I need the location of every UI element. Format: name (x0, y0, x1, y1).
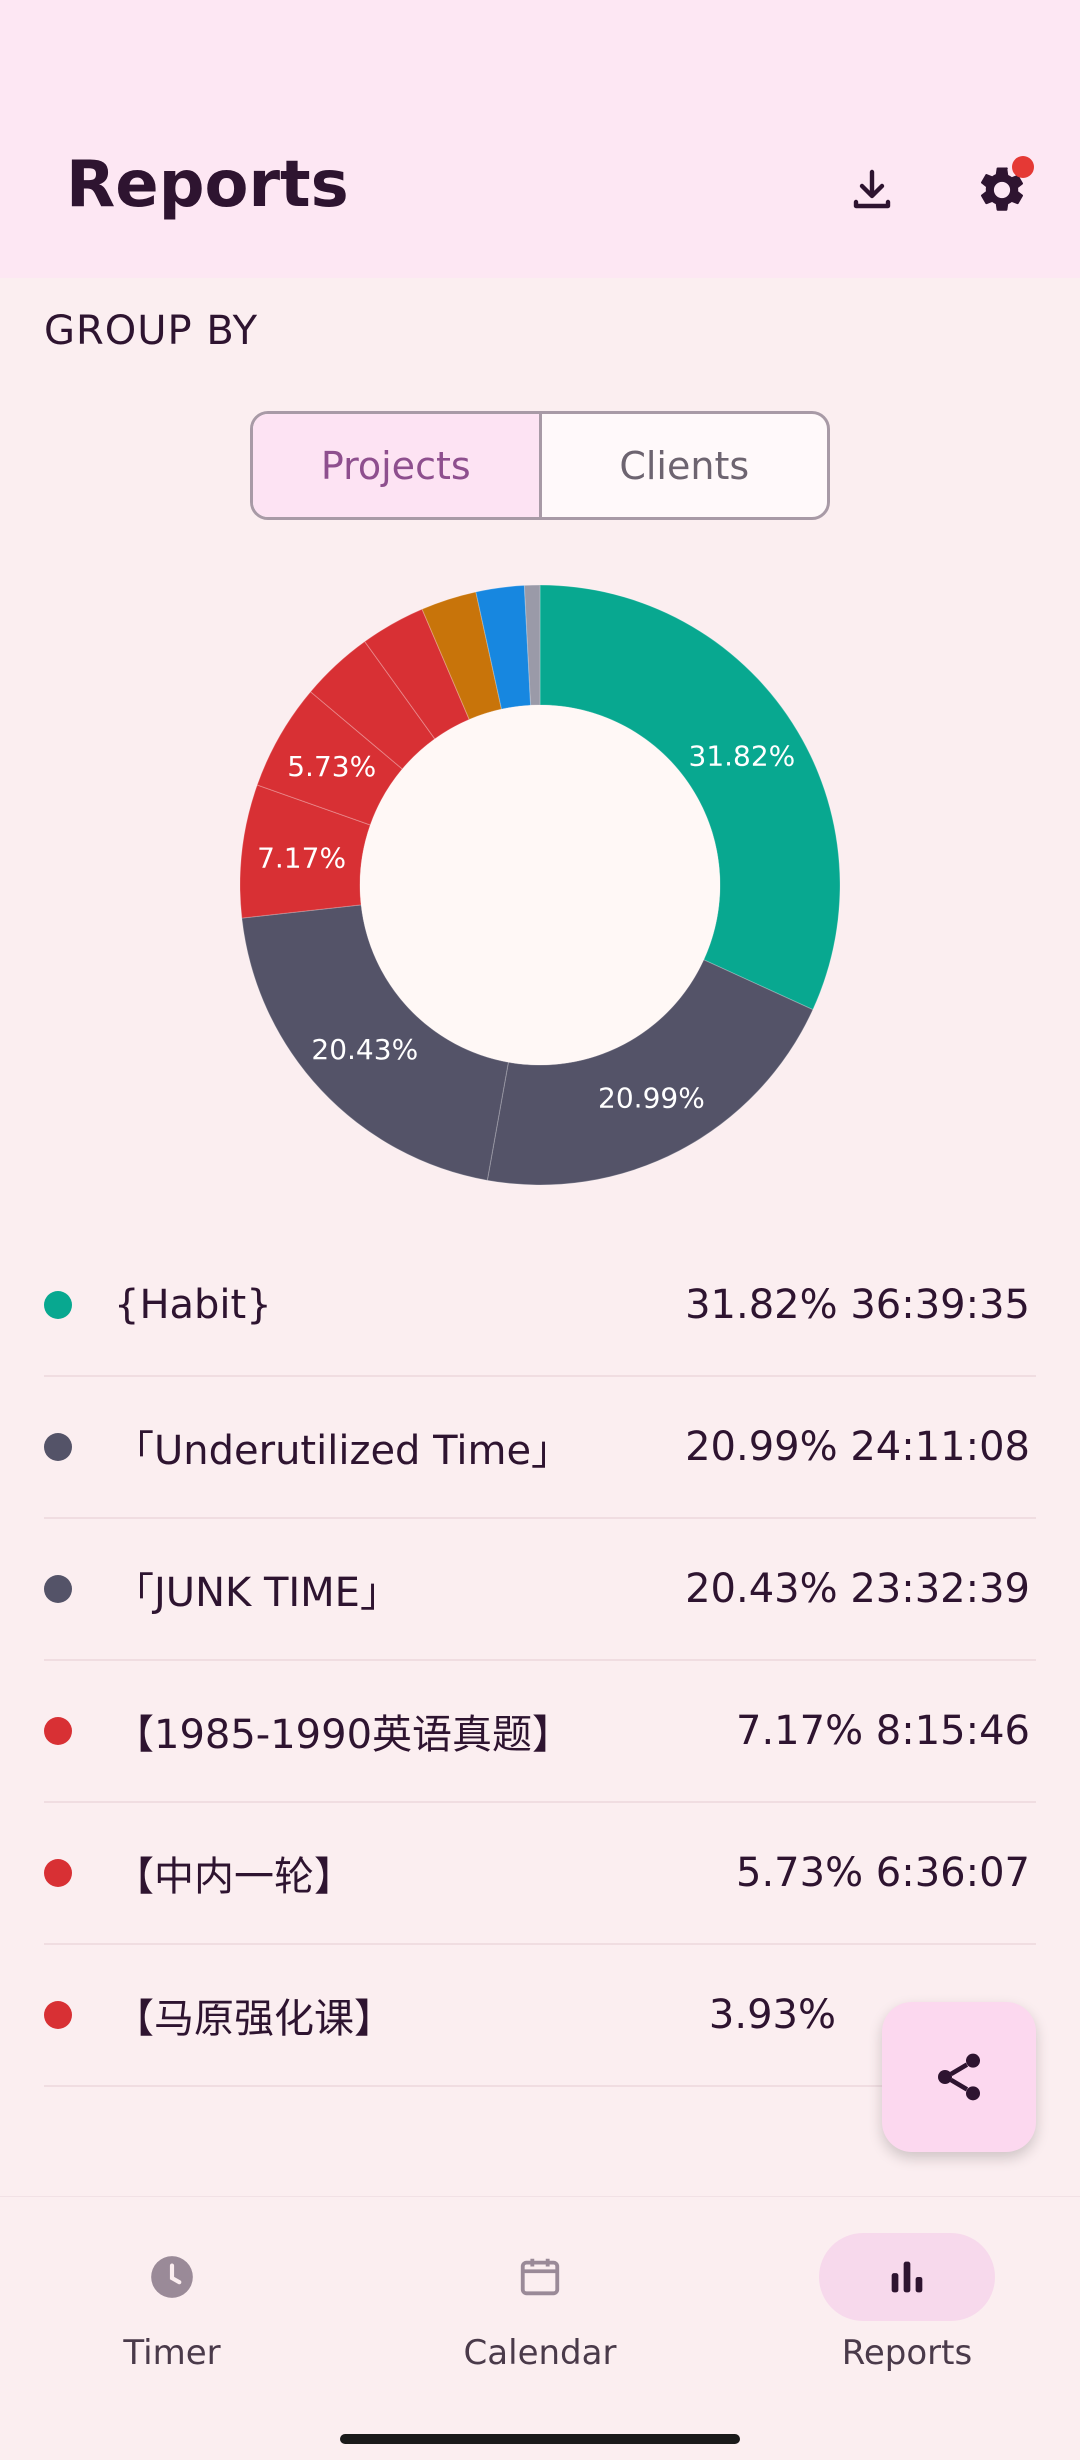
project-name: 【1985-1990英语真题】 (114, 1712, 573, 1758)
reports-screen: Reports GROUP BY Projects Clients 31.82%… (0, 0, 1080, 2460)
bar-chart-icon (891, 2261, 923, 2293)
slice-label: 20.99% (598, 1082, 705, 1115)
donut-chart: 31.82% 20.99% 20.43% 7.17% 5.73% (239, 584, 841, 1186)
project-stats: 20.43% 23:32:39 (685, 1566, 1030, 1612)
bottom-navigation: Timer Calendar Reports (0, 2196, 1080, 2418)
project-name: {Habit} (114, 1282, 272, 1328)
project-stats: 5.73% 6:36:07 (736, 1850, 1030, 1896)
color-dot (44, 1575, 72, 1603)
nav-label: Reports (841, 2333, 973, 2373)
slice-label: 5.73% (287, 750, 376, 783)
project-stats: 7.17% 8:15:46 (736, 1708, 1030, 1754)
nav-reports[interactable]: Reports (787, 2233, 1027, 2403)
list-item[interactable]: 「Underutilized Time」 20.99% 24:11:08 (44, 1377, 1036, 1519)
project-name: 【中内一轮】 (114, 1854, 354, 1900)
nav-label: Timer (123, 2333, 221, 2373)
project-name: 【马原强化课】 (114, 1996, 394, 2042)
list-item[interactable]: 【1985-1990英语真题】 7.17% 8:15:46 (44, 1661, 1036, 1803)
color-dot (44, 2001, 72, 2029)
project-name: 「JUNK TIME」 (114, 1570, 400, 1616)
settings-button[interactable] (962, 150, 1042, 230)
nav-calendar[interactable]: Calendar (420, 2233, 660, 2403)
share-button[interactable] (882, 2002, 1036, 2152)
share-icon (938, 2053, 980, 2101)
project-name: 「Underutilized Time」 (114, 1428, 572, 1474)
slice-label: 20.43% (311, 1033, 418, 1066)
page-title: Reports (66, 148, 349, 222)
group-by-clients[interactable]: Clients (542, 414, 828, 517)
download-button[interactable] (832, 150, 912, 230)
group-by-toggle: Projects Clients (250, 411, 830, 520)
donut-hole (360, 705, 720, 1065)
list-item[interactable]: {Habit} 31.82% 36:39:35 (44, 1235, 1036, 1377)
color-dot (44, 1433, 72, 1461)
color-dot (44, 1859, 72, 1887)
list-item[interactable]: 「JUNK TIME」 20.43% 23:32:39 (44, 1519, 1036, 1661)
notification-badge (1012, 156, 1034, 178)
color-dot (44, 1717, 72, 1745)
project-stats: 31.82% 36:39:35 (685, 1282, 1030, 1328)
clock-icon (151, 2256, 193, 2298)
nav-label: Calendar (463, 2333, 617, 2373)
project-stats: 3.93% (708, 1992, 836, 2038)
top-app-bar: Reports (0, 0, 1080, 278)
download-icon (853, 169, 891, 209)
list-item[interactable]: 【中内一轮】 5.73% 6:36:07 (44, 1803, 1036, 1945)
group-by-label: GROUP BY (44, 308, 259, 354)
color-dot (44, 1291, 72, 1319)
project-list: {Habit} 31.82% 36:39:35 「Underutilized T… (44, 1235, 1036, 2087)
project-stats: 20.99% 24:11:08 (685, 1424, 1030, 1470)
calendar-icon (520, 2258, 560, 2296)
nav-timer[interactable]: Timer (52, 2233, 292, 2403)
slice-label: 31.82% (689, 739, 796, 772)
group-by-projects[interactable]: Projects (253, 414, 542, 517)
slice-label: 7.17% (257, 842, 346, 875)
home-indicator (340, 2434, 740, 2444)
